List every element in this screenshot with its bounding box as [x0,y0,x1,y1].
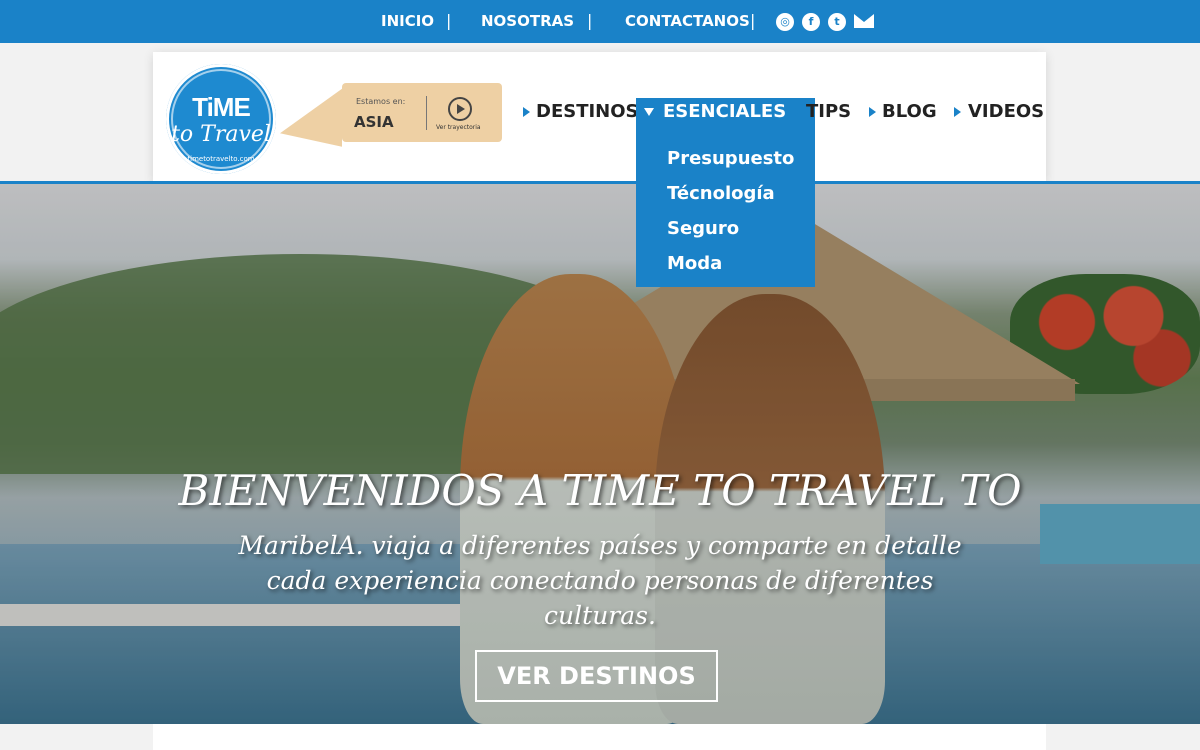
topbar-link-nosotras[interactable]: NOSOTRAS [481,12,574,30]
facebook-icon[interactable]: f [802,13,820,31]
play-icon[interactable] [448,97,472,121]
topbar-separator: | [446,11,452,30]
topbar-separator: | [587,11,593,30]
badge-link[interactable]: Ver trayectoria [436,124,481,131]
twitter-icon[interactable]: t [828,13,846,31]
hero-description: MaribelA. viaja a diferentes países y co… [238,531,962,630]
top-bar: INICIO | NOSOTRAS | CONTACTANOS | ◎ f t [0,0,1200,43]
nav-item-destinos[interactable]: DESTINOS [536,101,639,122]
topbar-link-contactanos[interactable]: CONTACTANOS [625,12,750,30]
logo-subtitle: to Travel [171,122,271,147]
dropdown-item-tecnologia[interactable]: Técnología [667,183,775,204]
dropdown-item-seguro[interactable]: Seguro [667,218,739,239]
hero-banner: BIENVENIDOS A TIME TO TRAVEL TO MaribelA… [0,184,1200,724]
topbar-separator: | [750,11,756,30]
nav-item-esenciales[interactable]: ESENCIALES [636,98,815,125]
badge-caption: Estamos en: [356,97,406,106]
ver-destinos-button[interactable]: VER DESTINOS [475,650,718,702]
mail-icon[interactable] [854,14,874,28]
dropdown-item-presupuesto[interactable]: Presupuesto [667,148,794,169]
nav-item-tips[interactable]: TIPS [806,101,851,122]
nav-arrow-icon [793,107,800,117]
location-badge: Estamos en: ASIA Ver trayectoria [342,83,502,142]
chevron-down-icon [644,108,654,116]
dropdown-esenciales: Presupuesto Técnología Seguro Moda [636,125,815,287]
hero-overlay [0,184,1200,724]
topbar-link-inicio[interactable]: INICIO [381,12,434,30]
nav-item-blog[interactable]: BLOG [882,101,937,122]
nav-item-videos[interactable]: VIDEOS [968,101,1044,122]
badge-place: ASIA [354,113,394,131]
nav-item-label: ESENCIALES [663,101,787,122]
dropdown-item-moda[interactable]: Moda [667,253,722,274]
logo-url: timetotravelto.com [187,155,255,163]
hero-title: BIENVENIDOS A TIME TO TRAVEL TO [178,466,1022,515]
instagram-icon[interactable]: ◎ [776,13,794,31]
site-logo[interactable]: TiME to Travel timetotravelto.com [166,64,276,174]
nav-arrow-icon [954,107,961,117]
logo-title: TiME [192,92,251,122]
nav-arrow-icon [523,107,530,117]
nav-arrow-icon [869,107,876,117]
content-card [153,724,1046,750]
badge-divider [426,96,427,130]
